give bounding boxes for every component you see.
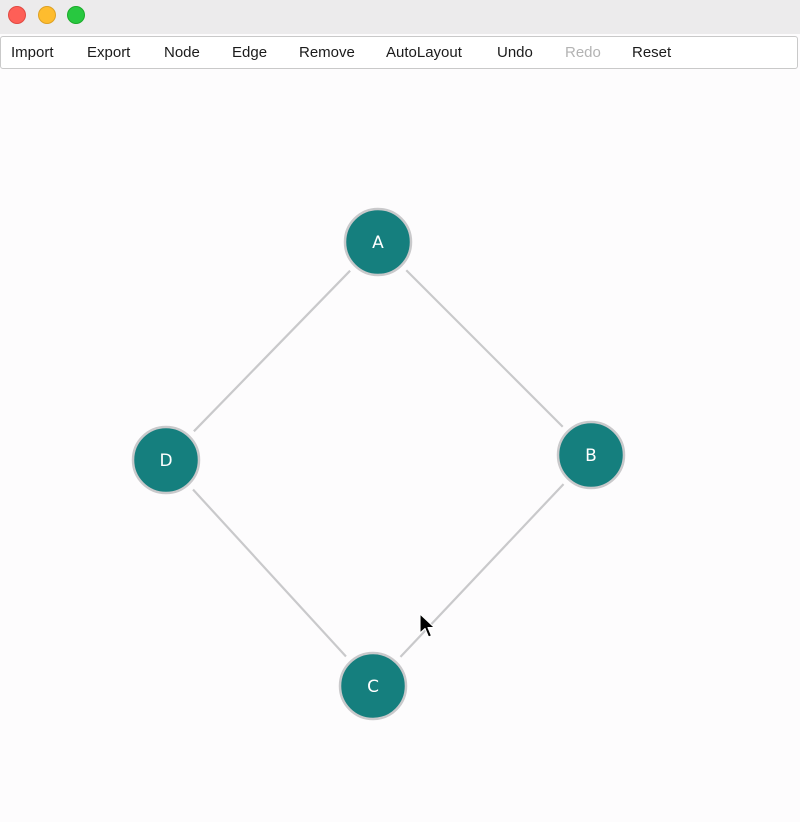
edge-d-a[interactable]: [193, 269, 351, 433]
node-label: B: [585, 446, 597, 466]
menu-item-edge[interactable]: Edge: [232, 37, 267, 68]
menu-item-undo[interactable]: Undo: [497, 37, 533, 68]
menu-bar: Import Export Node Edge Remove AutoLayou…: [0, 36, 798, 69]
node-label: C: [367, 677, 379, 697]
graph-canvas[interactable]: A B C D: [0, 70, 800, 822]
node-b[interactable]: B: [556, 420, 626, 490]
graph-svg[interactable]: A B C D: [0, 70, 800, 822]
edge-c-d[interactable]: [192, 488, 347, 658]
edges-layer: [192, 269, 565, 658]
nodes-layer: A B C D: [131, 207, 626, 721]
menu-item-import[interactable]: Import: [11, 37, 54, 68]
menu-item-remove[interactable]: Remove: [299, 37, 355, 68]
app-window: Import Export Node Edge Remove AutoLayou…: [0, 0, 800, 822]
menu-item-redo: Redo: [565, 44, 601, 61]
node-d[interactable]: D: [131, 425, 201, 495]
close-window-button[interactable]: [8, 6, 26, 24]
menu-item-reset[interactable]: Reset: [632, 37, 671, 68]
menu-item-autolayout[interactable]: AutoLayout: [386, 37, 462, 68]
edge-a-b[interactable]: [405, 269, 564, 428]
menu-item-node[interactable]: Node: [164, 37, 200, 68]
edge-b-c[interactable]: [399, 483, 565, 658]
minimize-window-button[interactable]: [38, 6, 56, 24]
node-c[interactable]: C: [338, 651, 408, 721]
title-bar: [0, 0, 800, 34]
maximize-window-button[interactable]: [67, 6, 85, 24]
node-label: D: [159, 451, 172, 471]
menu-item-export[interactable]: Export: [87, 37, 130, 68]
node-a[interactable]: A: [343, 207, 413, 277]
node-label: A: [372, 233, 384, 253]
